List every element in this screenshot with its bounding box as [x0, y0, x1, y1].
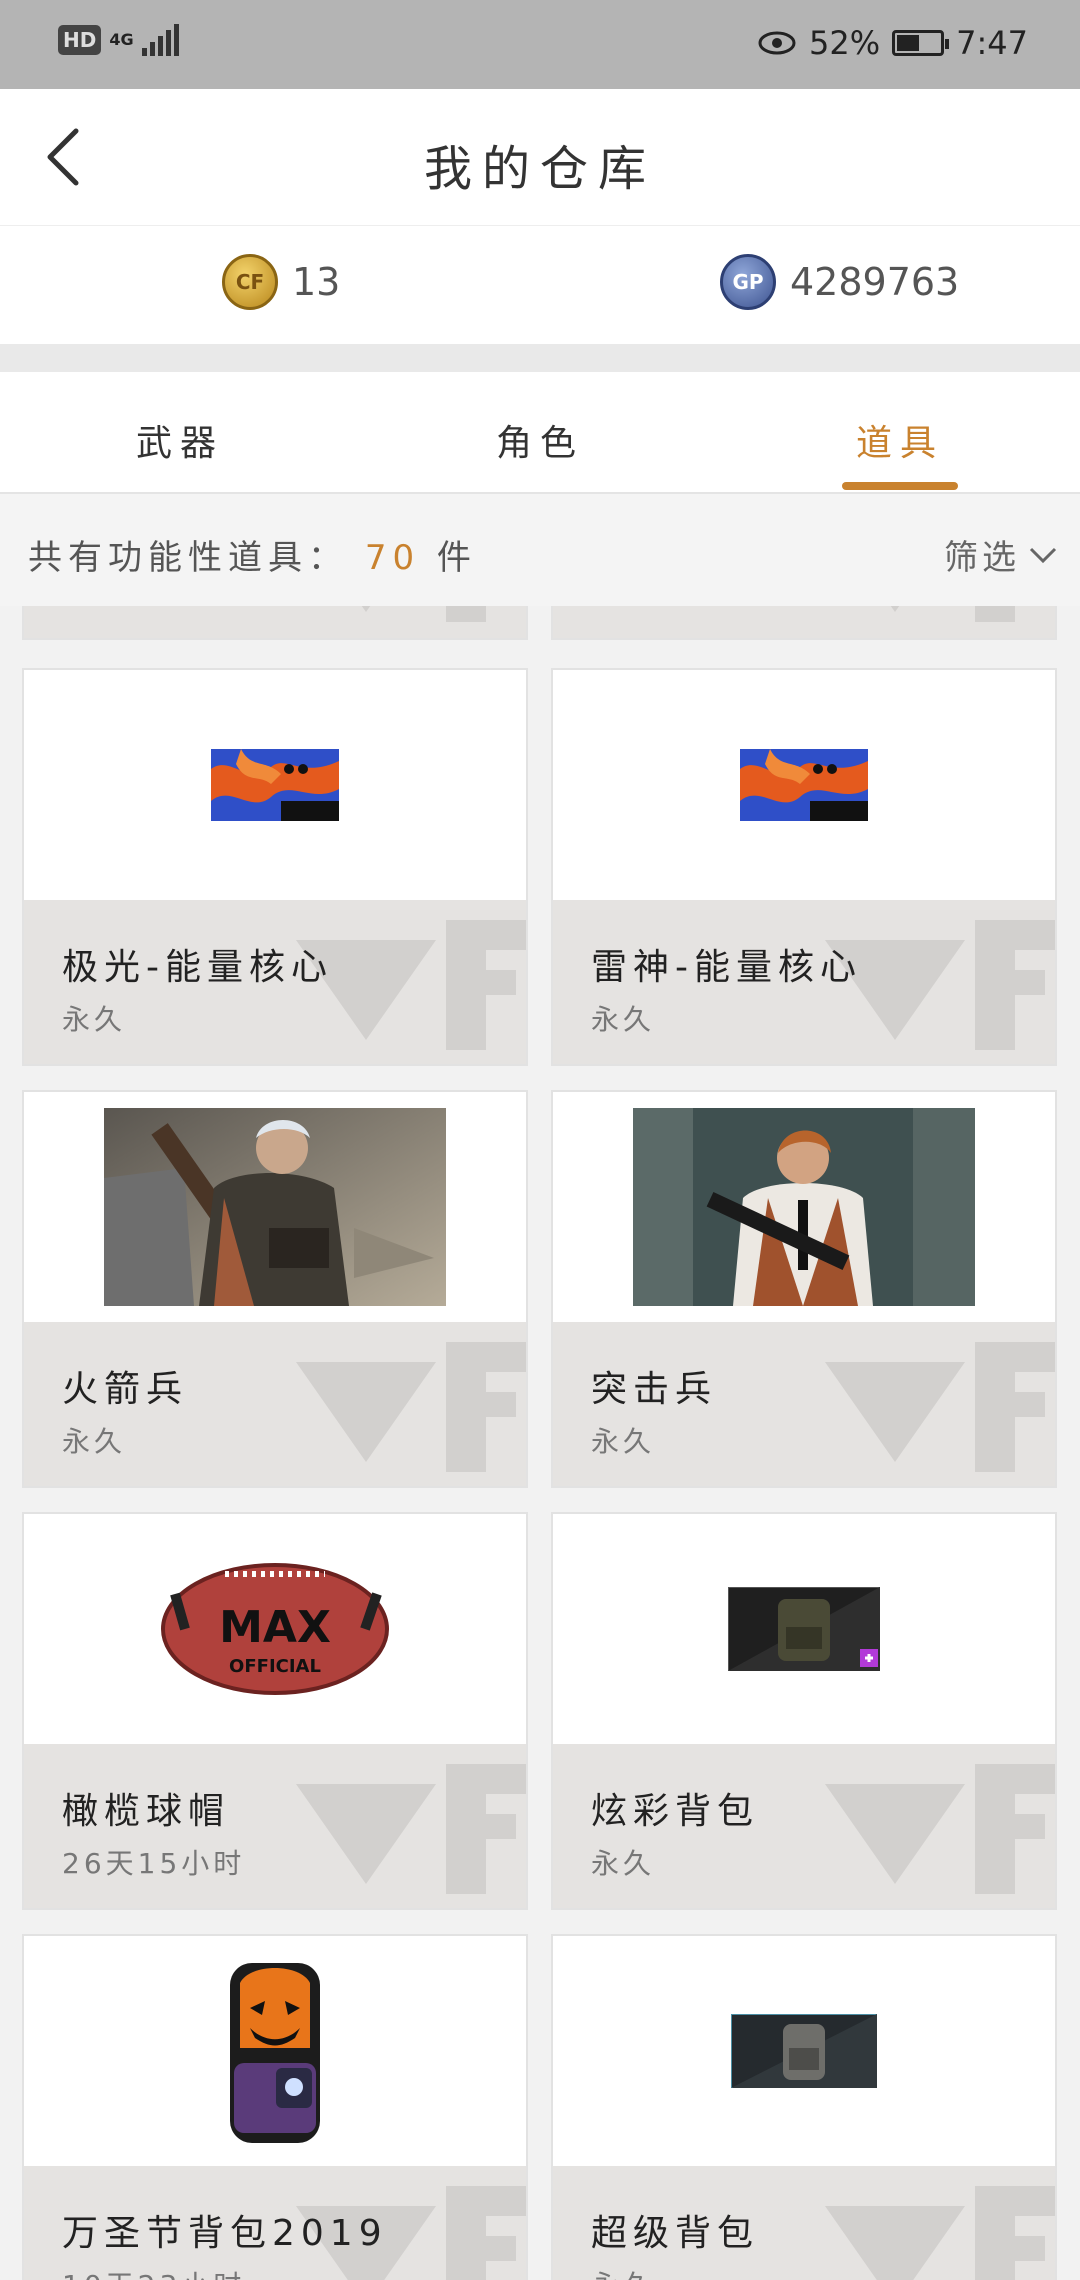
page-title: 我的仓库 [423, 141, 656, 197]
category-tabs: 武器 角色 道具 [0, 372, 1080, 494]
section-divider [0, 344, 1080, 372]
battery-percent: 52% [809, 24, 881, 62]
item-info: 极光-能量核心 永久 [24, 900, 526, 1064]
item-name: 炫彩背包 [591, 1791, 760, 1832]
svg-text:OFFICIAL: OFFICIAL [229, 1656, 321, 1677]
energy-core-icon [553, 670, 1055, 900]
network-type: 4G [109, 30, 134, 49]
cf-coin-icon: CF [222, 254, 278, 310]
item-duration: 永久 [591, 1847, 656, 1880]
item-duration: 永久 [591, 1425, 656, 1458]
item-info: 炫彩背包 永久 [553, 1744, 1055, 1908]
backpack-icon [553, 1514, 1055, 1744]
battery-icon [892, 30, 950, 56]
gp-value: 4289763 [790, 260, 960, 304]
cf-watermark-icon [825, 1764, 1055, 1894]
item-name: 橄榄球帽 [62, 1791, 231, 1832]
svg-text:MAX: MAX [219, 1602, 331, 1653]
item-duration: 永久 [591, 2264, 655, 2280]
gp-coin-icon: GP [720, 254, 776, 310]
item-info: 雷神-能量核心 永久 [553, 900, 1055, 1064]
item-duration: 10天23小时 [62, 2264, 245, 2280]
status-bar: HD 4G 52% 7:47 [0, 0, 1080, 89]
signal-icon [141, 24, 179, 56]
item-card[interactable]: 炫彩背包 永久 [551, 1512, 1057, 1910]
item-card[interactable]: 极光-能量核心 永久 [22, 668, 528, 1066]
gp-points: GP 4289763 [720, 254, 959, 310]
item-name: 雷神-能量核心 [591, 947, 862, 988]
item-name: 万圣节背包2019 [62, 2213, 388, 2254]
item-info: 火箭兵 永久 [24, 1322, 526, 1486]
item-count-unit: 件 [436, 538, 477, 578]
cf-watermark-icon [296, 1342, 526, 1472]
item-name: 超级背包 [591, 2213, 760, 2254]
cf-watermark-icon [890, 606, 1015, 622]
title-bar: 我的仓库 [0, 89, 1080, 226]
tab-items[interactable]: 道具 [800, 414, 1000, 466]
hd-badge: HD [58, 25, 102, 55]
item-name: 火箭兵 [62, 1369, 189, 1410]
item-info: 突击兵 永久 [553, 1322, 1055, 1486]
item-card[interactable]: 雷神-能量核心 永久 [551, 668, 1057, 1066]
cf-watermark-icon [825, 2186, 1055, 2280]
tab-characters[interactable]: 角色 [440, 414, 640, 466]
energy-core-icon [24, 670, 526, 900]
tab-weapons[interactable]: 武器 [80, 414, 280, 466]
cf-watermark-icon [361, 606, 486, 622]
item-card-partial[interactable] [22, 606, 528, 640]
status-left: HD 4G [58, 24, 179, 56]
filter-button[interactable]: 筛选 [944, 530, 1058, 579]
currency-bar: CF 13 GP 4289763 [0, 226, 1080, 344]
assault-soldier-icon [553, 1092, 1055, 1322]
item-duration: 永久 [591, 1003, 656, 1036]
item-card[interactable]: 突击兵 永久 [551, 1090, 1057, 1488]
halloween-backpack-icon [24, 1936, 526, 2166]
item-card[interactable]: 火箭兵 永久 [22, 1090, 528, 1488]
item-card[interactable]: 万圣节背包2019 10天23小时 [22, 1934, 528, 2280]
item-duration: 永久 [62, 1003, 127, 1036]
football-helmet-icon: MAX OFFICIAL [24, 1514, 526, 1744]
item-duration: 26天15小时 [62, 1847, 246, 1880]
item-count-prefix: 共有功能性道具： [28, 538, 348, 578]
eye-comfort-icon [758, 31, 796, 55]
item-count-text: 共有功能性道具： 70 件 [28, 530, 477, 579]
cf-watermark-icon [825, 1342, 1055, 1472]
active-tab-indicator [842, 482, 958, 490]
cf-points-value: 13 [292, 260, 341, 304]
item-info: 超级背包 永久 [553, 2166, 1055, 2280]
cf-watermark-icon [296, 1764, 526, 1894]
item-name: 突击兵 [591, 1369, 718, 1410]
status-right: 52% 7:47 [757, 24, 1028, 62]
filter-label: 筛选 [944, 538, 1020, 578]
item-card[interactable]: 超级背包 永久 [551, 1934, 1057, 2280]
item-name: 极光-能量核心 [62, 947, 333, 988]
clock: 7:47 [956, 24, 1028, 62]
item-info: 橄榄球帽 26天15小时 [24, 1744, 526, 1908]
summary-row: 共有功能性道具： 70 件 筛选 [0, 494, 1080, 606]
cf-points: CF 13 [222, 254, 340, 310]
item-count: 70 [364, 538, 421, 578]
item-grid: 极光-能量核心 永久 雷神-能量核心 永久 火箭兵 永久 突击兵 永久 MAX … [0, 606, 1080, 2280]
chevron-down-icon [1029, 547, 1057, 563]
super-backpack-icon [553, 1936, 1055, 2166]
item-duration: 永久 [62, 1425, 127, 1458]
rocket-soldier-icon [24, 1092, 526, 1322]
item-card-partial[interactable] [551, 606, 1057, 640]
item-card[interactable]: MAX OFFICIAL 橄榄球帽 26天15小时 [22, 1512, 528, 1910]
item-info: 万圣节背包2019 10天23小时 [24, 2166, 526, 2280]
